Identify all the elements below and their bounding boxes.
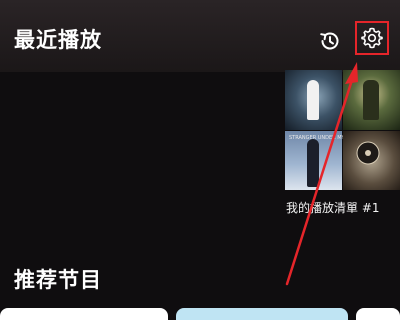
recommended-card[interactable]	[0, 308, 168, 320]
recommended-card[interactable]	[356, 308, 400, 320]
recommended-cards-row	[0, 308, 400, 320]
recommended-programs-title: 推荐节目	[14, 268, 102, 292]
recommended-card[interactable]	[176, 308, 348, 320]
